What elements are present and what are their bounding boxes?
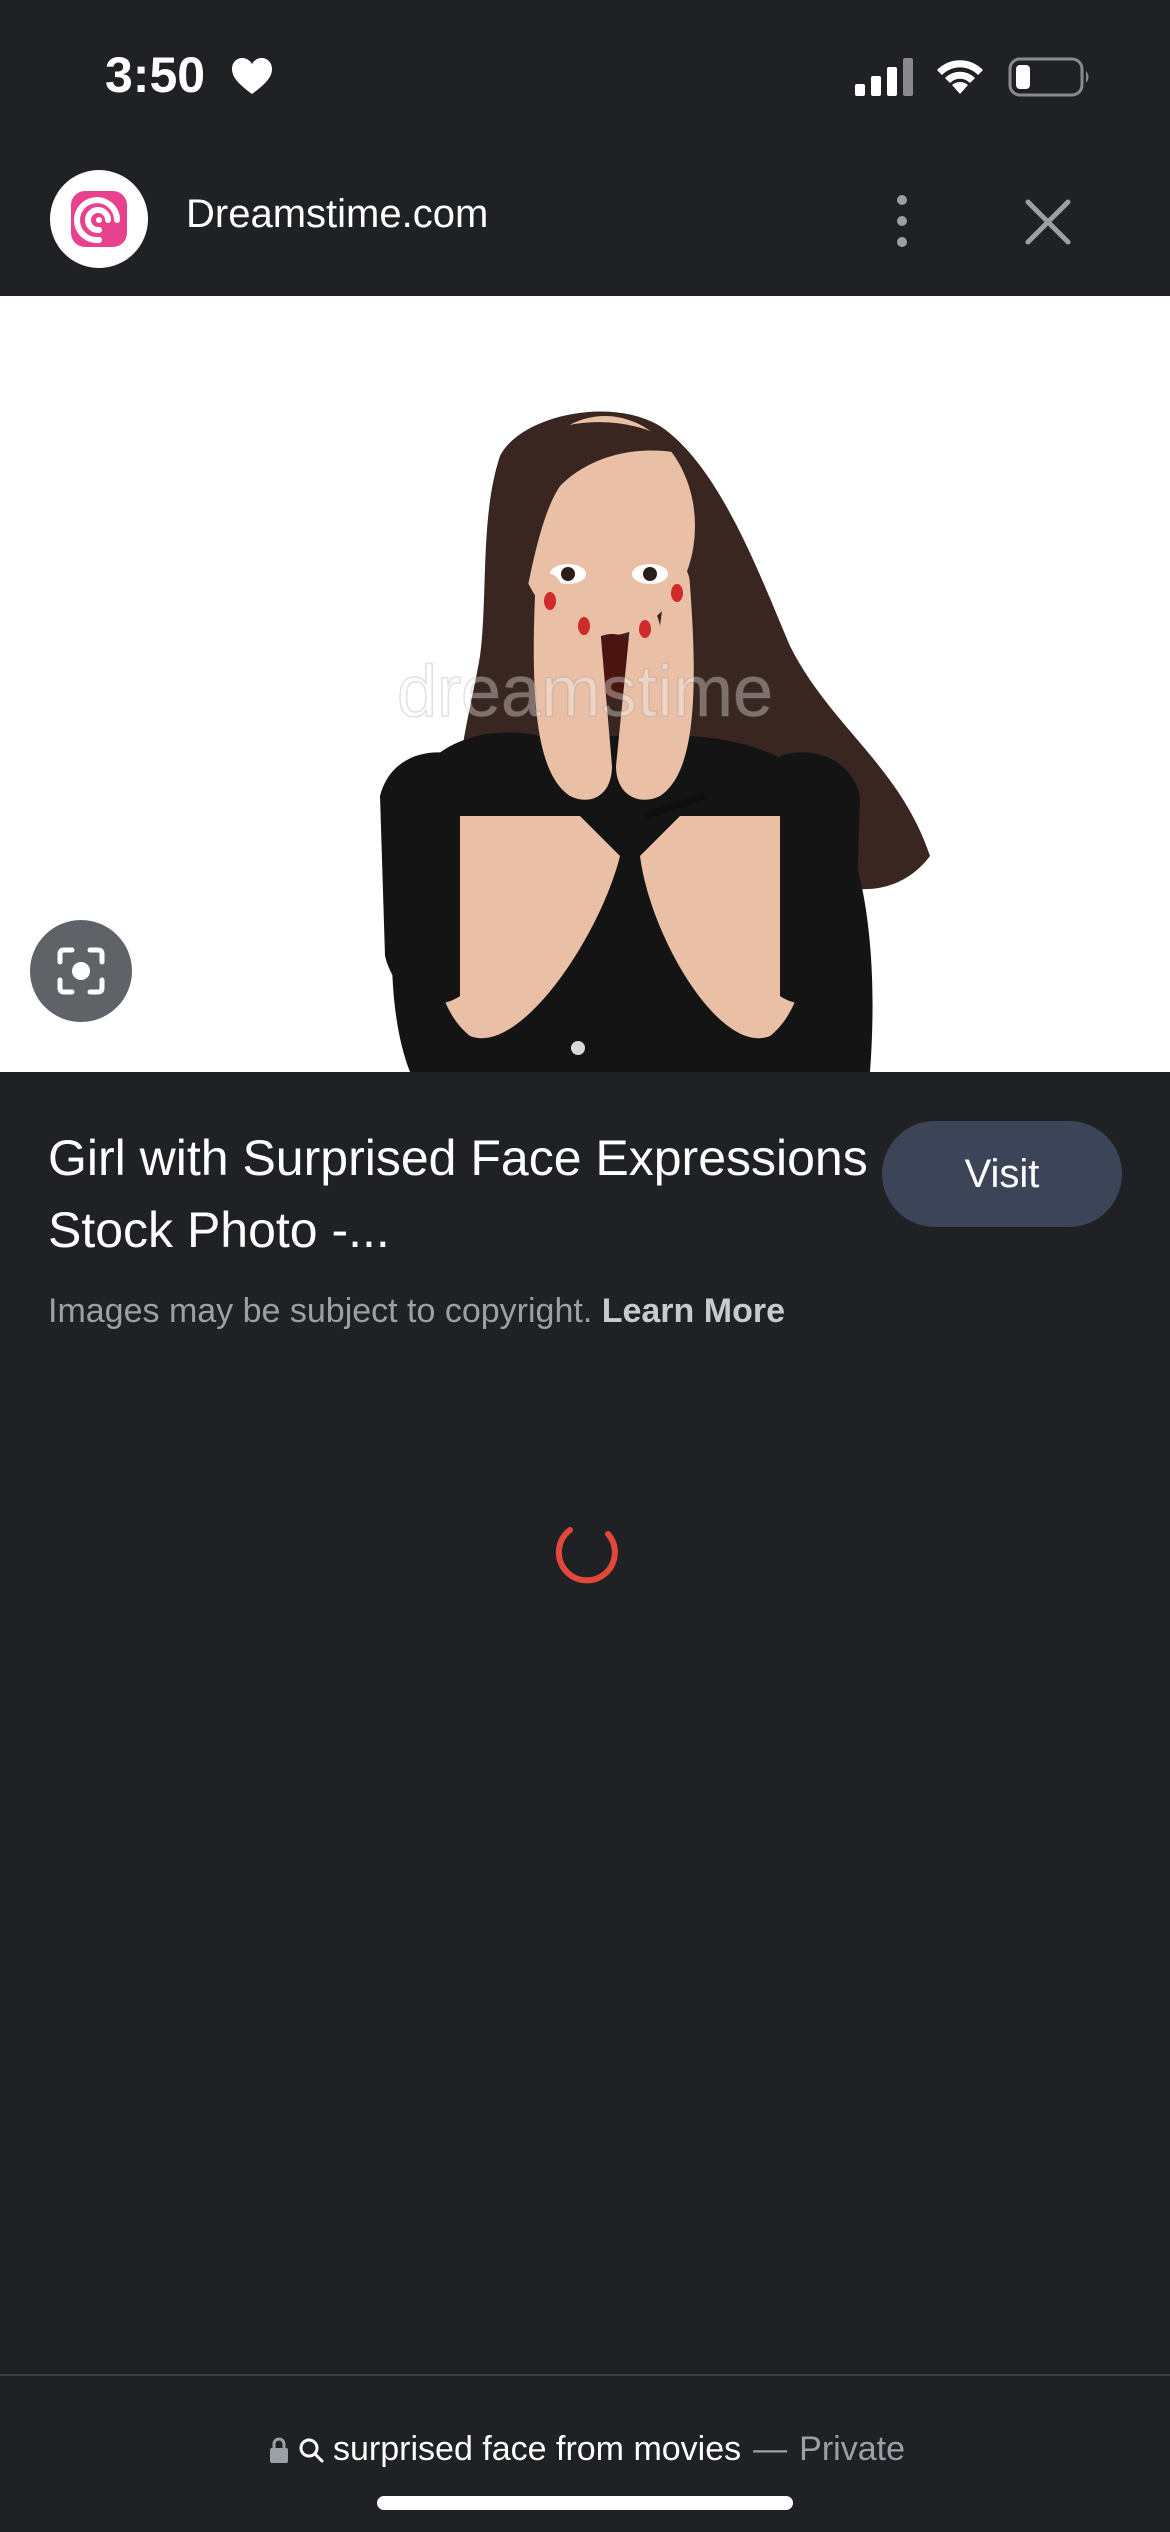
heart-icon xyxy=(232,58,272,94)
learn-more-link[interactable]: Learn More xyxy=(602,1292,785,1330)
copyright-notice: Images may be subject to copyright. Lear… xyxy=(48,1292,785,1331)
header: Dreamstime.com xyxy=(0,150,1170,295)
status-time: 3:50 xyxy=(105,47,206,103)
wifi-icon xyxy=(937,60,983,94)
lock-icon xyxy=(270,2437,289,2463)
status-bar: 3:50 xyxy=(0,0,1170,150)
image-viewer-screen: 3:50 Dreamstime.com dreamstime Girl with… xyxy=(0,0,1170,2532)
private-mode-label: Private xyxy=(799,2430,905,2468)
visit-button[interactable]: Visit xyxy=(882,1121,1122,1227)
close-icon[interactable] xyxy=(1020,194,1076,250)
home-indicator[interactable] xyxy=(377,2496,793,2510)
dreamstime-logo-icon[interactable] xyxy=(50,170,148,268)
search-query-row[interactable]: surprised face from movies — Private xyxy=(0,2430,1170,2469)
battery-icon xyxy=(1008,57,1089,97)
search-icon xyxy=(299,2438,324,2462)
result-image[interactable]: dreamstime xyxy=(0,296,1170,1072)
separator: — xyxy=(753,2430,788,2468)
cellular-signal-icon xyxy=(855,58,913,96)
watermark-text: dreamstime xyxy=(397,652,773,732)
result-title[interactable]: Girl with Surprised Face Expressions Sto… xyxy=(48,1122,868,1266)
lens-icon[interactable] xyxy=(30,920,132,1022)
copyright-text: Images may be subject to copyright. xyxy=(48,1292,593,1330)
more-vertical-icon[interactable] xyxy=(880,186,924,256)
bottom-url-bar[interactable]: surprised face from movies — Private xyxy=(0,2374,1170,2532)
loading-spinner-icon xyxy=(555,1527,618,1584)
search-query: surprised face from movies xyxy=(333,2430,742,2468)
site-title[interactable]: Dreamstime.com xyxy=(186,192,488,237)
